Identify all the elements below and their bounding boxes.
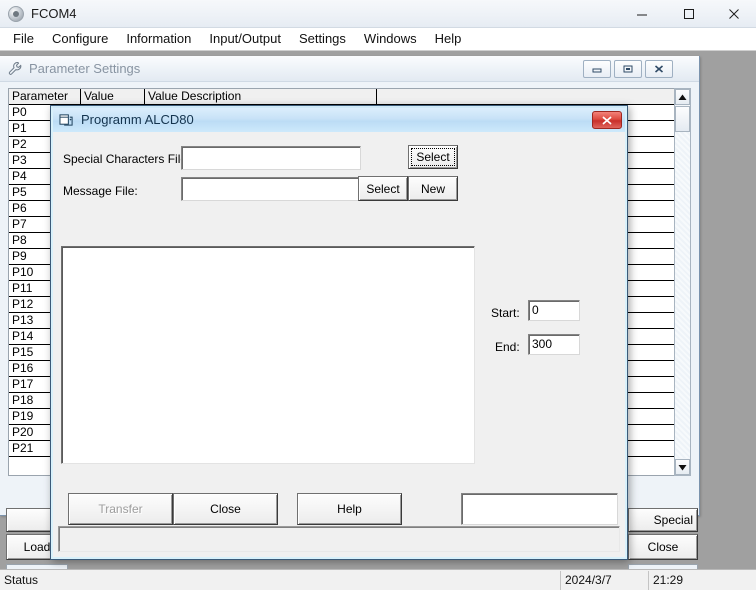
help-button[interactable]: Help xyxy=(297,493,402,525)
minimize-icon xyxy=(636,8,648,20)
main-titlebar: FCOM4 xyxy=(0,0,756,28)
menubar: File Configure Information Input/Output … xyxy=(0,28,756,51)
end-label: End: xyxy=(495,340,520,354)
special-characters-file-input[interactable] xyxy=(181,146,361,170)
menu-item-configure[interactable]: Configure xyxy=(43,28,117,50)
menu-item-file[interactable]: File xyxy=(4,28,43,50)
message-file-new-button[interactable]: New xyxy=(408,176,458,201)
ps-restore-button[interactable] xyxy=(614,60,642,78)
statusbar: Status 2024/3/7 21:29 xyxy=(0,569,756,590)
menu-item-input-output[interactable]: Input/Output xyxy=(200,28,290,50)
close-icon xyxy=(600,115,614,126)
message-text-area[interactable] xyxy=(61,246,475,464)
app-icon xyxy=(8,6,24,22)
menu-item-help[interactable]: Help xyxy=(426,28,471,50)
main-window-title: FCOM4 xyxy=(31,6,77,22)
special-characters-file-label: Special Characters File: xyxy=(63,152,190,166)
chevron-up-icon xyxy=(678,94,687,101)
statusbar-status: Status xyxy=(0,571,560,590)
dialog-close-button[interactable] xyxy=(592,111,622,129)
scroll-down-button[interactable] xyxy=(675,459,690,475)
maximize-button[interactable] xyxy=(668,0,709,27)
statusbar-time: 21:29 xyxy=(648,571,756,590)
scrollbar-track[interactable] xyxy=(675,132,690,458)
application-window: FCOM4 File Configure Information Input/O… xyxy=(0,0,756,590)
minimize-button[interactable] xyxy=(621,0,662,27)
parameter-settings-titlebar[interactable]: Parameter Settings xyxy=(0,56,699,82)
dialog-titlebar[interactable]: Programm ALCD80 xyxy=(53,108,625,132)
dialog-bottom-field[interactable] xyxy=(461,493,618,525)
message-file-select-button[interactable]: Select xyxy=(358,176,408,201)
close-icon xyxy=(728,8,740,20)
dialog-title: Programm ALCD80 xyxy=(81,112,194,128)
menu-item-settings[interactable]: Settings xyxy=(290,28,355,50)
wrench-icon xyxy=(8,61,23,76)
window-copy-icon xyxy=(59,113,74,127)
minimize-icon xyxy=(589,63,605,75)
dialog-body: Special Characters File: Select Message … xyxy=(53,132,625,557)
column-header-parameter[interactable]: Parameter xyxy=(9,89,81,104)
ps-close-button[interactable] xyxy=(645,60,673,78)
statusbar-date: 2024/3/7 xyxy=(560,571,648,590)
maximize-icon xyxy=(683,8,695,20)
scroll-up-button[interactable] xyxy=(675,89,690,105)
close-button[interactable] xyxy=(713,0,754,27)
end-input[interactable]: 300 xyxy=(528,334,580,355)
menu-item-windows[interactable]: Windows xyxy=(355,28,426,50)
transfer-button[interactable]: Transfer xyxy=(68,493,173,525)
start-label: Start: xyxy=(491,306,520,320)
ps-close-action-button[interactable]: Close xyxy=(628,534,698,560)
dialog-status-strip xyxy=(58,526,620,552)
dialog-close-action-button[interactable]: Close xyxy=(173,493,278,525)
chevron-down-icon xyxy=(678,464,687,471)
column-header-description[interactable]: Value Description xyxy=(145,89,377,104)
column-header-value[interactable]: Value xyxy=(81,89,145,104)
parameter-grid-header: Parameter Value Value Description xyxy=(9,89,690,105)
menu-item-information[interactable]: Information xyxy=(117,28,200,50)
parameter-grid-scrollbar[interactable] xyxy=(674,88,691,476)
ps-minimize-button[interactable] xyxy=(583,60,611,78)
programm-alcd80-dialog: Programm ALCD80 Special Characters File:… xyxy=(50,105,628,560)
message-file-label: Message File: xyxy=(63,184,138,198)
mdi-client-area: Parameter Settings xyxy=(0,51,756,569)
start-input[interactable]: 0 xyxy=(528,300,580,321)
close-icon xyxy=(651,63,667,75)
parameter-settings-title: Parameter Settings xyxy=(29,61,140,77)
message-file-input[interactable] xyxy=(181,177,361,201)
scrollbar-thumb[interactable] xyxy=(675,106,690,132)
special-characters-select-button[interactable]: Select xyxy=(408,145,458,169)
column-header-extra[interactable] xyxy=(377,89,690,104)
restore-icon xyxy=(620,63,636,75)
ps-special-button[interactable]: Special xyxy=(628,508,698,532)
